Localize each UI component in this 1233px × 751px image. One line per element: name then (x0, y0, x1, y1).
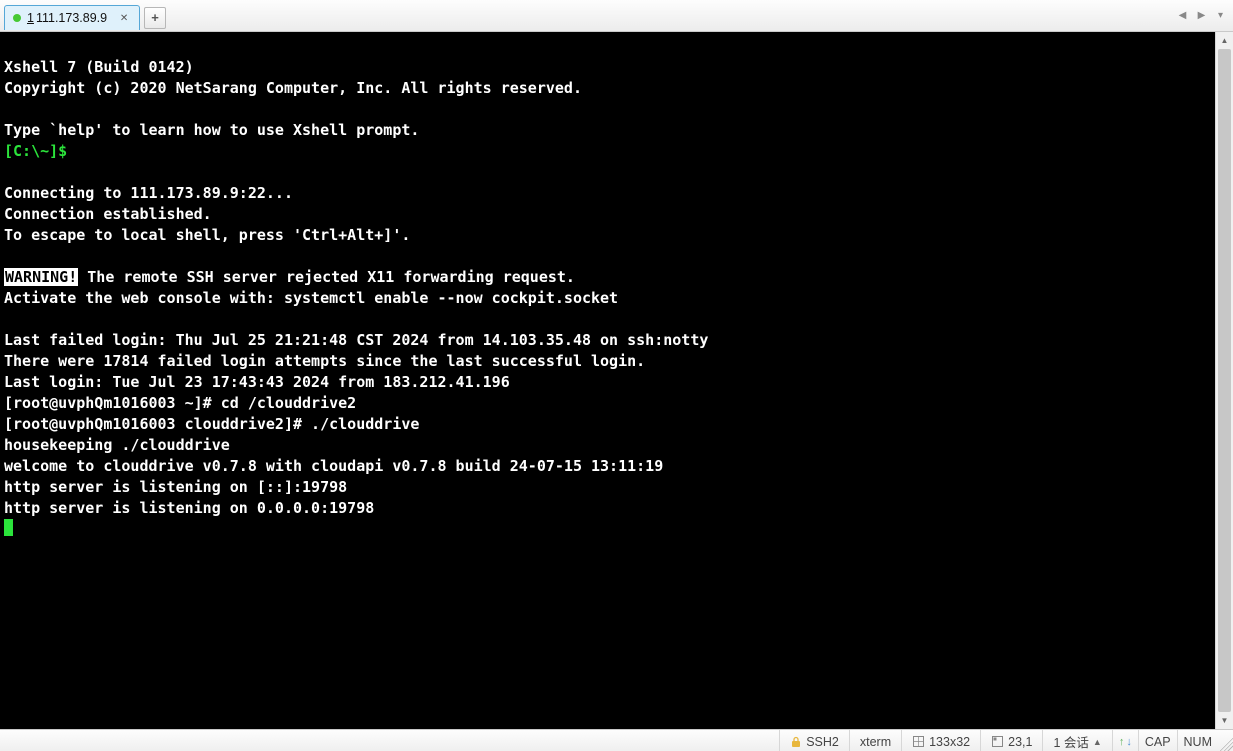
tab-next-button[interactable]: ▶ (1193, 6, 1210, 24)
status-transfer: ↑ ↓ (1112, 730, 1138, 751)
chevron-up-icon: ▲ (1093, 737, 1102, 747)
status-term: xterm (849, 730, 901, 751)
add-tab-button[interactable]: + (144, 7, 166, 29)
terminal-line: [root@uvphQm1016003 clouddrive2]# ./clou… (4, 415, 419, 433)
close-tab-icon[interactable]: ✕ (117, 11, 131, 25)
scroll-down-button[interactable]: ▼ (1216, 712, 1233, 729)
terminal-line: There were 17814 failed login attempts s… (4, 352, 645, 370)
scroll-thumb[interactable] (1218, 49, 1231, 712)
terminal-scrollbar[interactable]: ▲ ▼ (1215, 32, 1233, 729)
position-icon (991, 735, 1004, 748)
terminal-line: http server is listening on 0.0.0.0:1979… (4, 499, 374, 517)
terminal-line: Copyright (c) 2020 NetSarang Computer, I… (4, 79, 582, 97)
status-dot-icon (13, 14, 21, 22)
tab-bar: 1111.173.89.9 ✕ + ◀ ▶ ▾ (0, 0, 1233, 32)
terminal-line: Last failed login: Thu Jul 25 21:21:48 C… (4, 331, 708, 349)
terminal-line: Type `help' to learn how to use Xshell p… (4, 121, 419, 139)
scroll-up-button[interactable]: ▲ (1216, 32, 1233, 49)
terminal-line: To escape to local shell, press 'Ctrl+Al… (4, 226, 410, 244)
terminal-line: Last login: Tue Jul 23 17:43:43 2024 fro… (4, 373, 510, 391)
terminal-cursor (4, 519, 13, 536)
terminal-line: welcome to clouddrive v0.7.8 with clouda… (4, 457, 663, 475)
terminal[interactable]: Xshell 7 (Build 0142) Copyright (c) 2020… (0, 32, 1215, 729)
scroll-track[interactable] (1216, 49, 1233, 712)
status-num: NUM (1177, 730, 1218, 751)
terminal-line: [root@uvphQm1016003 ~]# cd /clouddrive2 (4, 394, 356, 412)
terminal-line: http server is listening on [::]:19798 (4, 478, 347, 496)
lock-icon (790, 736, 802, 748)
status-bar: SSH2 xterm 133x32 23,1 1 会话 ▲ ↑ ↓ CAP NU… (0, 729, 1233, 751)
terminal-line: Xshell 7 (Build 0142) (4, 58, 194, 76)
tab-label: 1111.173.89.9 (27, 11, 107, 25)
warning-label: WARNING! (4, 268, 78, 286)
status-size: 133x32 (901, 730, 980, 751)
terminal-line: Connection established. (4, 205, 212, 223)
session-tab[interactable]: 1111.173.89.9 ✕ (4, 5, 140, 30)
download-arrow-icon: ↓ (1126, 736, 1132, 748)
terminal-line: housekeeping ./clouddrive (4, 436, 230, 454)
local-prompt: [C:\~]$ (4, 142, 67, 160)
status-session-count[interactable]: 1 会话 ▲ (1042, 730, 1111, 751)
tab-menu-button[interactable]: ▾ (1212, 6, 1229, 24)
size-icon (912, 735, 925, 748)
status-protocol: SSH2 (779, 730, 849, 751)
terminal-area: Xshell 7 (Build 0142) Copyright (c) 2020… (0, 32, 1233, 729)
status-cursor-pos: 23,1 (980, 730, 1042, 751)
resize-grip-icon[interactable] (1218, 730, 1233, 751)
terminal-line: The remote SSH server rejected X11 forwa… (78, 268, 575, 286)
terminal-line: Connecting to 111.173.89.9:22... (4, 184, 293, 202)
terminal-line: Activate the web console with: systemctl… (4, 289, 618, 307)
upload-arrow-icon: ↑ (1119, 736, 1125, 748)
status-cap: CAP (1138, 730, 1177, 751)
tab-prev-button[interactable]: ◀ (1174, 6, 1191, 24)
